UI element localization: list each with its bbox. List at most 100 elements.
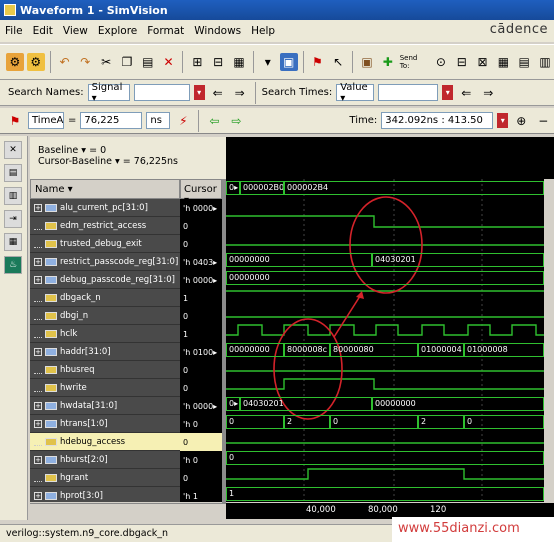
menu-format[interactable]: Format (142, 25, 189, 37)
leaf-connector-icon (34, 330, 42, 338)
marker-flag-icon[interactable]: ⚑ (309, 53, 327, 71)
cursor-value: 0 (183, 221, 189, 231)
cursor-value: 'h 0000▸ (183, 401, 218, 411)
cursor-select[interactable]: TimeA (28, 112, 64, 129)
timeline-tick: 120 (430, 505, 447, 515)
signal-row[interactable]: + debug_passcode_reg[31:0] (30, 271, 180, 289)
signal-row[interactable]: trusted_debug_exit (30, 235, 180, 253)
expand-plus-icon[interactable]: + (34, 491, 42, 500)
time-range-dropdown-icon[interactable]: ▾ (497, 113, 509, 128)
toolbar-separator (198, 109, 200, 132)
bus-value: 000002B0 (240, 181, 284, 195)
delete-icon[interactable]: ✕ (160, 53, 178, 71)
undo-icon[interactable]: ↶ (56, 53, 74, 71)
search-names-scope-select[interactable]: Signal ▾ (87, 82, 130, 104)
send-to-schematic-icon[interactable]: ⊠ (474, 53, 492, 71)
search-time-next-icon[interactable]: ⇒ (479, 84, 497, 102)
search-prev-icon[interactable]: ⇐ (209, 84, 227, 102)
signal-name: haddr[31:0] (60, 346, 111, 357)
add-icon[interactable]: ✚ (379, 53, 397, 71)
signal-row[interactable]: hbusreq (30, 361, 180, 379)
cursor-flag-icon[interactable]: ⚑ (6, 112, 24, 130)
search-next-icon[interactable]: ⇒ (231, 84, 249, 102)
leaf-connector-icon (34, 222, 42, 230)
signal-row[interactable]: hgrant (30, 469, 180, 487)
search-times-dropdown-icon[interactable]: ▾ (442, 85, 454, 100)
expand-plus-icon[interactable]: + (34, 275, 42, 284)
toolbar-separator (182, 51, 184, 73)
expand-icon[interactable]: ⇥ (4, 210, 22, 228)
send-to-waveform-icon[interactable]: ▥ (536, 53, 554, 71)
expand-plus-icon[interactable]: + (34, 347, 42, 356)
signal-row[interactable]: + htrans[1:0] (30, 415, 180, 433)
cursor-options-icon[interactable]: ⚡ (174, 112, 192, 130)
bundle-icon[interactable]: ▣ (358, 53, 376, 71)
signal-row[interactable]: + hburst[2:0] (30, 451, 180, 469)
next-edge-icon[interactable]: ⇨ (227, 112, 245, 130)
signal-row[interactable]: edm_restrict_access (30, 217, 180, 235)
search-names-input[interactable] (133, 84, 190, 101)
signal-row[interactable]: + alu_current_pc[31:0] (30, 199, 180, 217)
menu-explore[interactable]: Explore (93, 25, 142, 37)
open-db-icon[interactable]: ⚙ (26, 53, 45, 71)
redo-icon[interactable]: ↷ (76, 53, 94, 71)
send-to-register-icon[interactable]: ▦ (494, 53, 512, 71)
cursor-column-header[interactable]: Cursor ▾ (180, 179, 222, 206)
baseline-value[interactable]: Baseline ▾ = 0 (38, 145, 226, 156)
source-icon[interactable]: ▦ (230, 53, 248, 71)
schematic-icon[interactable]: ⊞ (188, 53, 206, 71)
send-to-browser-icon[interactable]: ⊙ (432, 53, 450, 71)
signal-row[interactable]: hwrite (30, 379, 180, 397)
waveform-icon[interactable]: ⊟ (209, 53, 227, 71)
send-to-memory-icon[interactable]: ▤ (515, 53, 533, 71)
cursor-time-input[interactable]: 76,225 (80, 112, 143, 129)
signal-row[interactable]: + haddr[31:0] (30, 343, 180, 361)
cursor-baseline-value[interactable]: Cursor-Baseline ▾ = 76,225ns (38, 156, 226, 167)
signal-row[interactable]: + hwdata[31:0] (30, 397, 180, 415)
copy-icon[interactable]: ❐ (118, 53, 136, 71)
search-time-prev-icon[interactable]: ⇐ (457, 84, 475, 102)
signal-browser-icon[interactable]: ▤ (4, 164, 22, 182)
signal-row[interactable]: hdebug_access (30, 433, 180, 451)
filter-icon[interactable]: ♨ (4, 256, 22, 274)
search-names-dropdown-icon[interactable]: ▾ (193, 85, 205, 100)
expand-plus-icon[interactable]: + (34, 419, 42, 428)
expand-plus-icon[interactable]: + (34, 401, 42, 410)
time-range-input[interactable]: 342.092ns : 413.50 (381, 112, 494, 129)
cursor-value: 0 (183, 473, 189, 483)
left-tool-strip: ✕ ▤ ▥ ⇥ ▦ ♨ (0, 136, 28, 520)
menu-windows[interactable]: Windows (189, 25, 246, 37)
expand-plus-icon[interactable]: + (34, 203, 42, 212)
pointer-icon[interactable]: ↖ (329, 53, 347, 71)
name-column-header[interactable]: Name ▾ (30, 179, 180, 199)
menu-file[interactable]: File (0, 25, 28, 37)
signal-row[interactable]: + restrict_passcode_reg[31:0] (30, 253, 180, 271)
menu-view[interactable]: View (58, 25, 93, 37)
time-unit-select[interactable]: ns (146, 112, 171, 129)
send-to-source-icon[interactable]: ⊟ (453, 53, 471, 71)
cut-icon[interactable]: ✂ (97, 53, 115, 71)
signal-row[interactable]: dbgack_n (30, 289, 180, 307)
menu-edit[interactable]: Edit (28, 25, 58, 37)
prev-edge-icon[interactable]: ⇦ (205, 112, 223, 130)
open-design-icon[interactable]: ⚙ (6, 53, 24, 71)
watermark: www.55dianzi.com (392, 517, 554, 542)
marker-list-icon[interactable]: ▦ (4, 233, 22, 251)
expand-plus-icon[interactable]: + (34, 257, 42, 266)
zoom-icon[interactable]: ⊕ (512, 112, 530, 130)
binoculars-icon[interactable]: ▾ (259, 53, 277, 71)
paste-icon[interactable]: ▤ (139, 53, 157, 71)
search-times-input[interactable] (378, 84, 439, 101)
vertical-scrollbar[interactable] (544, 179, 554, 502)
search-times-scope-select[interactable]: Value ▾ (336, 82, 375, 104)
zoom-out-icon[interactable]: − (534, 112, 552, 130)
bus-value: 04030201 (240, 397, 372, 411)
menu-help[interactable]: Help (246, 25, 280, 37)
signal-row[interactable]: dbgi_n (30, 307, 180, 325)
waveform-area[interactable]: 0▸ 000002B0 000002B4 00000000 04030201 0… (226, 179, 544, 502)
group-icon[interactable]: ▥ (4, 187, 22, 205)
zoom-box-icon[interactable]: ▣ (279, 53, 298, 71)
expand-plus-icon[interactable]: + (34, 455, 42, 464)
close-panel-icon[interactable]: ✕ (4, 141, 22, 159)
signal-row[interactable]: hclk (30, 325, 180, 343)
